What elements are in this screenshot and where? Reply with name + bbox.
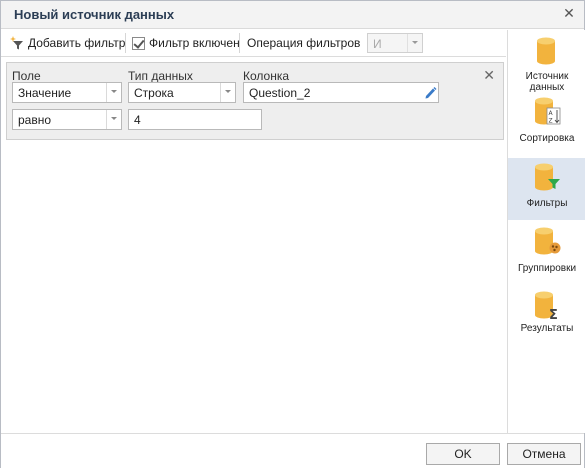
grouping-icon [535,227,561,255]
filter-operation-label: Операция фильтров [247,30,360,56]
sidebar-item-sorting[interactable]: A Z Сортировка [508,94,585,156]
database-icon [537,37,555,65]
edit-pencil-icon[interactable] [423,85,437,100]
add-filter-label: Добавить фильтр [28,36,126,50]
filter-row-panel: Поле Тип данных Колонка ✕ Значение Строк… [6,62,504,140]
filter-enabled-checkbox[interactable]: Фильтр включен [132,30,240,56]
field-select-value: Значение [18,86,72,100]
field-label: Поле [12,69,41,83]
sidebar-item-label: Сортировка [519,133,575,144]
chevron-down-icon[interactable] [106,83,121,102]
filter-enabled-label: Фильтр включен [149,36,240,50]
sidebar-item-label: Результаты [520,323,574,334]
chevron-down-icon [407,34,422,52]
ok-button[interactable]: OK [426,443,500,465]
toolbar-separator [239,33,240,53]
filter-operation-select[interactable]: И [367,33,423,53]
sidebar-item-grouping[interactable]: Группировки [508,223,585,285]
column-label: Колонка [243,69,290,83]
sidebar-item-filters[interactable]: Фильтры [508,158,585,220]
new-data-source-dialog: Новый источник данных ✕ Добавить фильтр … [0,0,585,468]
remove-filter-icon[interactable]: ✕ [483,67,495,84]
condition-value: равно [18,113,52,127]
close-icon[interactable]: ✕ [562,6,576,20]
chevron-down-icon[interactable] [106,110,121,129]
filters-area: Поле Тип данных Колонка ✕ Значение Строк… [1,58,506,433]
toolbar: Добавить фильтр Фильтр включен Операция … [1,30,506,57]
dialog-footer: OK Отмена [1,433,584,468]
add-filter-button[interactable]: Добавить фильтр [9,30,125,56]
sidebar-item-data-source[interactable]: Источник данных [508,32,585,94]
sidebar: Источник данных A Z Сортировка Фильтры Г… [507,30,585,433]
data-type-label: Тип данных [128,69,193,83]
field-select[interactable]: Значение [12,82,122,103]
add-filter-icon [10,36,23,50]
condition-select[interactable]: равно [12,109,122,130]
sum-icon: Σ [535,291,558,320]
title-bar: Новый источник данных ✕ [1,1,584,29]
cancel-button[interactable]: Отмена [507,443,581,465]
checkbox-checked-icon [132,36,145,50]
column-value: Question_2 [249,86,311,100]
filter-operation-text: Операция фильтров [247,36,361,50]
filter-operation-value: И [373,37,382,51]
svg-text:Z: Z [549,118,553,125]
chevron-down-icon[interactable] [220,83,235,102]
data-type-select[interactable]: Строка [128,82,236,103]
sidebar-item-label: Группировки [517,263,577,274]
sidebar-item-results[interactable]: Σ Результаты [508,287,585,349]
operand-input[interactable]: 4 [128,109,262,130]
sort-az-icon: A Z [535,97,561,125]
filter-icon [535,163,560,191]
operand-value: 4 [134,113,141,127]
svg-text:Σ: Σ [549,308,558,320]
sidebar-item-label: Фильтры [526,198,568,209]
dialog-title: Новый источник данных [14,7,175,22]
column-input[interactable]: Question_2 [243,82,439,103]
sidebar-item-label: Источник данных [525,71,569,93]
toolbar-separator [125,33,126,53]
data-type-value: Строка [134,86,174,100]
